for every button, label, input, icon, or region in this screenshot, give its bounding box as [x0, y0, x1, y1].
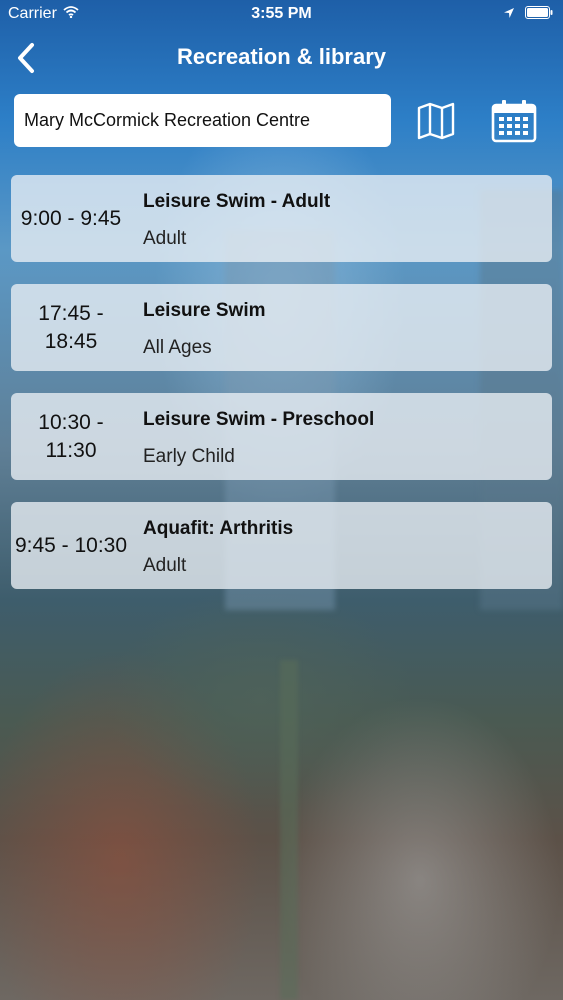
map-icon — [416, 102, 456, 145]
calendar-icon — [490, 100, 538, 147]
session-subtitle: Adult — [143, 555, 187, 576]
session-time: 17:45 - 18:45 — [38, 301, 104, 353]
session-card[interactable]: 10:30 - 11:30 Leisure Swim - Preschool E… — [11, 393, 552, 480]
session-time: 9:00 - 9:45 — [20, 206, 122, 230]
status-bar: Carrier 3:55 PM — [0, 0, 563, 30]
map-button[interactable] — [416, 101, 456, 141]
facility-selector[interactable]: Mary McCormick Recreation Centre — [14, 94, 391, 147]
session-subtitle: Early Child — [143, 446, 235, 467]
facility-name: Mary McCormick Recreation Centre — [24, 110, 311, 130]
session-subtitle: Adult — [143, 228, 187, 249]
session-card[interactable]: 17:45 - 18:45 Leisure Swim All Ages — [11, 284, 552, 371]
session-subtitle: All Ages — [143, 337, 212, 358]
location-arrow-icon — [503, 6, 515, 24]
session-title: Aquafit: Arthritis — [143, 518, 294, 539]
session-list: 9:00 - 9:45 Leisure Swim - Adult Adult 1… — [11, 175, 552, 611]
session-time: 9:45 - 10:30 — [14, 533, 128, 557]
status-time: 3:55 PM — [251, 5, 312, 22]
session-title: Leisure Swim - Adult — [143, 191, 331, 212]
session-card[interactable]: 9:45 - 10:30 Aquafit: Arthritis Adult — [11, 502, 552, 589]
session-title: Leisure Swim — [143, 300, 266, 321]
session-title: Leisure Swim - Preschool — [143, 409, 375, 430]
background-road — [280, 660, 298, 1000]
battery-icon — [525, 6, 553, 24]
page-title: Recreation & library — [176, 44, 387, 69]
session-card[interactable]: 9:00 - 9:45 Leisure Swim - Adult Adult — [11, 175, 552, 262]
navigation-bar: Recreation & library — [0, 30, 563, 88]
status-right — [503, 6, 553, 24]
calendar-button[interactable] — [490, 99, 538, 143]
session-time: 10:30 - 11:30 — [38, 410, 104, 462]
